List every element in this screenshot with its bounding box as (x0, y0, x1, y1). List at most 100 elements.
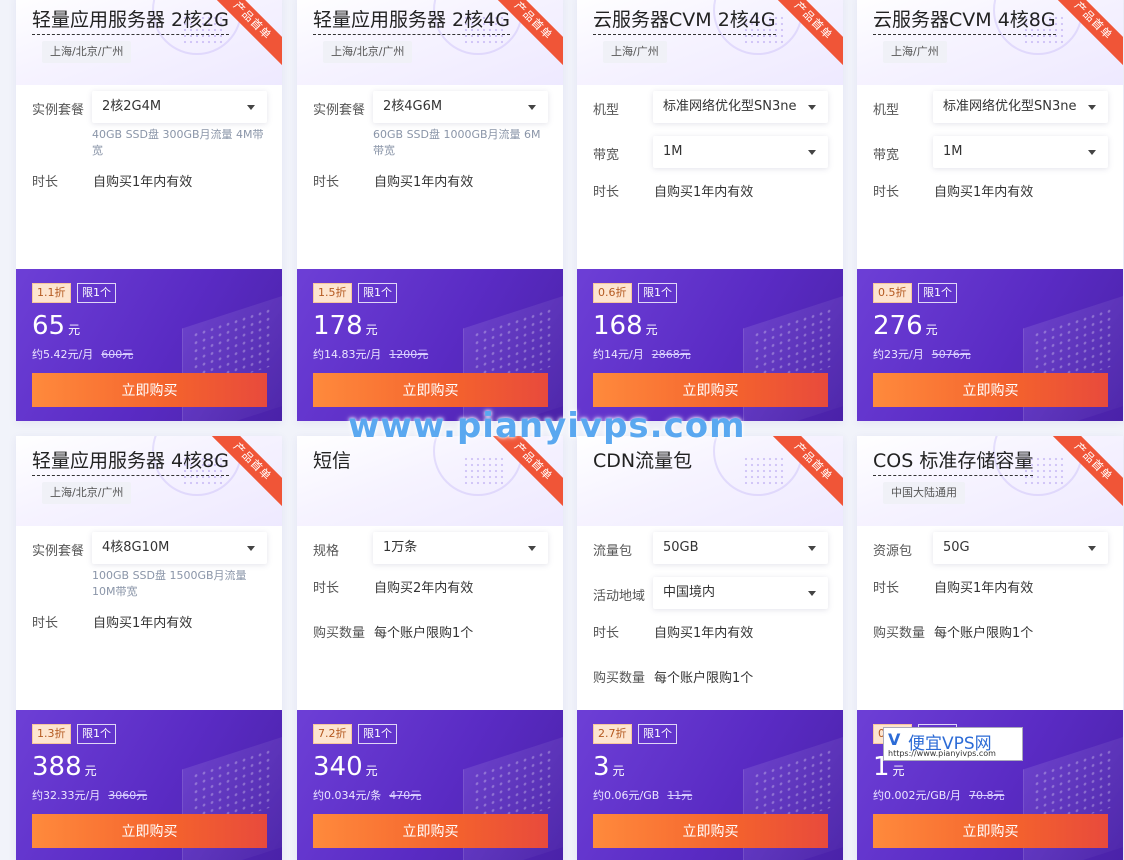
watermark-text: www.pianyivps.com (348, 406, 746, 446)
product-title[interactable]: 云服务器CVM 4核8G (873, 5, 1056, 35)
ribbon-label: 产品首单 (771, 0, 843, 67)
buy-now-button[interactable]: 立即购买 (313, 373, 548, 407)
limit-badge: 限1个 (77, 724, 116, 744)
ribbon-label: 产品首单 (771, 436, 843, 508)
select-value: 2核4G6M (383, 99, 443, 114)
price: 3元 (593, 752, 625, 782)
original-price: 70.8元 (968, 789, 1005, 802)
select-value: 标准网络优化型SN3ne (663, 99, 797, 114)
limit-badge: 限1个 (638, 724, 677, 744)
price-unit: 元 (892, 764, 905, 778)
original-price: 3060元 (108, 789, 148, 802)
product-title[interactable]: COS 标准存储容量 (873, 446, 1034, 476)
product-title[interactable]: 短信 (313, 446, 351, 475)
product-title[interactable]: 轻量应用服务器 2核4G (313, 5, 510, 35)
chevron-down-icon (247, 546, 255, 551)
option-select[interactable]: 2核4G6M (373, 91, 548, 123)
ribbon-label: 产品首单 (491, 436, 563, 508)
region-tag: 中国大陆通用 (883, 482, 965, 504)
product-title[interactable]: 轻量应用服务器 4核8G (32, 446, 229, 476)
logo-mark-icon: V (888, 730, 901, 749)
price-panel: 2.7折 限1个 3 元约0.06元/GB 11元 立即购买 (577, 710, 843, 860)
product-card: 产品首单 轻量应用服务器 4核8G 上海/北京/广州 实例套餐 4核8G10M 100GB… (16, 436, 282, 860)
row-value: 每个账户限购1个 (654, 671, 754, 686)
product-card: 产品首单 短信 规格 1万条 时长 自购买2年内有效 购买数量 每个账户限购1个 7.2折 限1个… (297, 436, 563, 860)
buy-now-button[interactable]: 立即购买 (313, 814, 548, 848)
row-label: 购买数量 (873, 626, 926, 641)
chevron-down-icon (808, 546, 816, 551)
row-label: 带宽 (873, 148, 900, 163)
unit-price-text: 约23元/月 (873, 348, 924, 361)
row-label: 活动地域 (593, 589, 646, 604)
price-panel: 1.5折 限1个 178 元约14.83元/月 1200元 立即购买 (297, 269, 563, 421)
price-panel: 1.3折 限1个 388 元约32.33元/月 3060元 立即购买 (16, 710, 282, 860)
price-panel: 7.2折 限1个 340 元约0.034元/条 470元 立即购买 (297, 710, 563, 860)
unit-price-text: 约0.002元/GB/月 (873, 789, 961, 802)
row-label: 实例套餐 (32, 103, 85, 118)
price-panel: 0.5折 限1个 276 元约23元/月 5076元 立即购买 (857, 269, 1123, 421)
product-card: 产品首单 云服务器CVM 2核4G 上海/广州 机型 标准网络优化型SN3ne 带宽 1M 时… (577, 0, 843, 421)
price-unit: 元 (84, 764, 97, 778)
discount-badge: 0.6折 (593, 283, 632, 303)
select-value: 4核8G10M (102, 540, 170, 555)
product-title[interactable]: CDN流量包 (593, 446, 692, 475)
row-value: 自购买1年内有效 (654, 626, 754, 641)
original-price: 470元 (389, 789, 422, 802)
region-tag: 上海/广州 (883, 41, 947, 63)
select-value: 50GB (663, 540, 699, 555)
select-value: 50G (943, 540, 970, 555)
buy-now-button[interactable]: 立即购买 (873, 373, 1108, 407)
unit-price: 约0.034元/条 470元 (313, 787, 421, 803)
option-select[interactable]: 中国境内 (653, 577, 828, 609)
option-select[interactable]: 标准网络优化型SN3ne (653, 91, 828, 123)
price-amount: 178 (313, 311, 363, 341)
option-select[interactable]: 标准网络优化型SN3ne (933, 91, 1108, 123)
product-card: 产品首单 COS 标准存储容量 中国大陆通用 资源包 50G 时长 自购买1年内有效 购买数量… (857, 436, 1123, 860)
buy-now-button[interactable]: 立即购买 (32, 814, 267, 848)
option-select[interactable]: 4核8G10M (92, 532, 267, 564)
buy-now-button[interactable]: 立即购买 (32, 373, 267, 407)
original-price: 600元 (101, 348, 134, 361)
unit-price-text: 约0.034元/条 (313, 789, 382, 802)
product-card: 产品首单 云服务器CVM 4核8G 上海/广州 机型 标准网络优化型SN3ne 带宽 1M 时… (857, 0, 1123, 421)
product-card: 产品首单 轻量应用服务器 2核4G 上海/北京/广州 实例套餐 2核4G6M 60GB S… (297, 0, 563, 421)
buy-now-button[interactable]: 立即购买 (593, 814, 828, 848)
select-value: 标准网络优化型SN3ne (943, 99, 1077, 114)
row-label: 购买数量 (593, 671, 646, 686)
unit-price-text: 约5.42元/月 (32, 348, 94, 361)
price-amount: 65 (32, 311, 66, 341)
row-label: 机型 (873, 103, 900, 118)
row-value: 每个账户限购1个 (374, 626, 474, 641)
select-value: 1M (663, 144, 683, 159)
price-amount: 276 (873, 311, 923, 341)
row-label: 时长 (313, 175, 340, 190)
price-unit: 元 (645, 323, 658, 337)
chevron-down-icon (1088, 546, 1096, 551)
spec-hint: 60GB SSD盘 1000GB月流量 6M带宽 (373, 128, 541, 157)
row-label: 时长 (32, 175, 59, 190)
price-unit: 元 (612, 764, 625, 778)
option-select[interactable]: 1万条 (373, 532, 548, 564)
option-select[interactable]: 2核2G4M (92, 91, 267, 123)
unit-price-text: 约32.33元/月 (32, 789, 101, 802)
option-select[interactable]: 50G (933, 532, 1108, 564)
select-value: 2核2G4M (102, 99, 162, 114)
buy-now-button[interactable]: 立即购买 (873, 814, 1108, 848)
price-amount: 3 (593, 752, 610, 782)
unit-price: 约14.83元/月 1200元 (313, 346, 428, 362)
region-tag: 上海/北京/广州 (42, 482, 132, 504)
first-order-ribbon: 产品首单 (1051, 0, 1123, 67)
price-unit: 元 (68, 323, 81, 337)
price: 276 元 (873, 311, 938, 341)
option-select[interactable]: 1M (653, 136, 828, 168)
row-value: 自购买1年内有效 (654, 185, 754, 200)
select-value: 1M (943, 144, 963, 159)
buy-now-button[interactable]: 立即购买 (593, 373, 828, 407)
product-title[interactable]: 轻量应用服务器 2核2G (32, 5, 229, 35)
chevron-down-icon (808, 591, 816, 596)
limit-badge: 限1个 (358, 283, 397, 303)
option-select[interactable]: 1M (933, 136, 1108, 168)
option-select[interactable]: 50GB (653, 532, 828, 564)
product-title[interactable]: 云服务器CVM 2核4G (593, 5, 776, 35)
discount-badge: 0.5折 (873, 283, 912, 303)
